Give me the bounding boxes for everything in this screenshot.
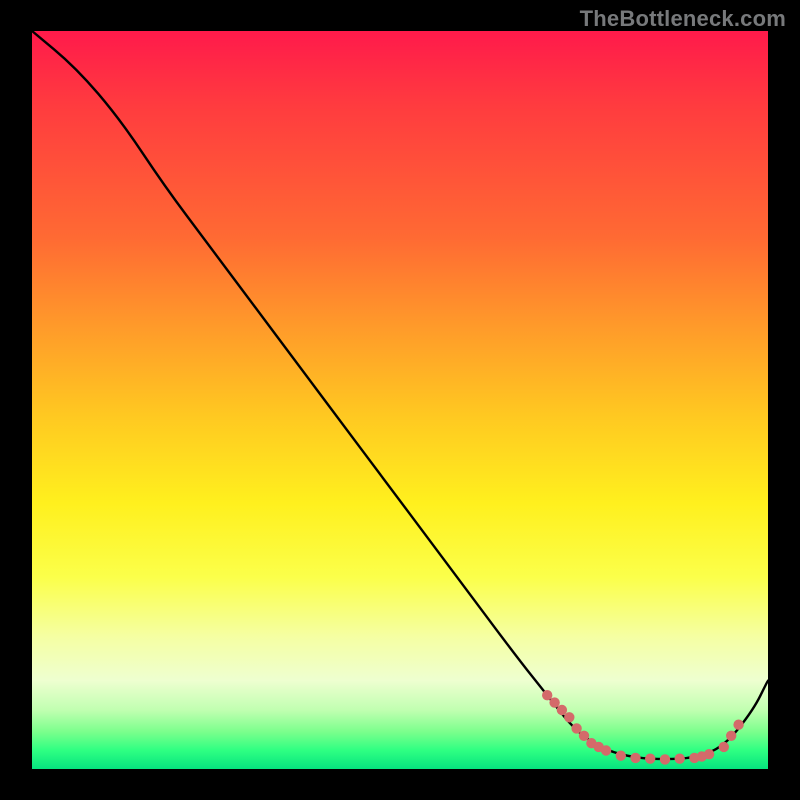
chart-stage: TheBottleneck.com bbox=[0, 0, 800, 800]
curve-marker bbox=[571, 723, 581, 733]
curve-marker bbox=[704, 749, 714, 759]
watermark-text: TheBottleneck.com bbox=[580, 6, 786, 32]
curve-marker bbox=[726, 731, 736, 741]
curve-marker bbox=[579, 731, 589, 741]
curve-marker bbox=[601, 745, 611, 755]
curve-marker bbox=[675, 754, 685, 764]
bottleneck-curve bbox=[32, 31, 768, 759]
curve-marker bbox=[719, 742, 729, 752]
curve-marker bbox=[616, 751, 626, 761]
curve-markers bbox=[542, 690, 744, 765]
plot-area bbox=[32, 31, 768, 769]
curve-marker bbox=[564, 712, 574, 722]
curve-marker bbox=[660, 754, 670, 764]
curve-marker bbox=[549, 697, 559, 707]
curve-marker bbox=[542, 690, 552, 700]
chart-svg bbox=[32, 31, 768, 769]
curve-marker bbox=[645, 754, 655, 764]
curve-marker bbox=[557, 705, 567, 715]
curve-marker bbox=[733, 720, 743, 730]
curve-marker bbox=[630, 753, 640, 763]
